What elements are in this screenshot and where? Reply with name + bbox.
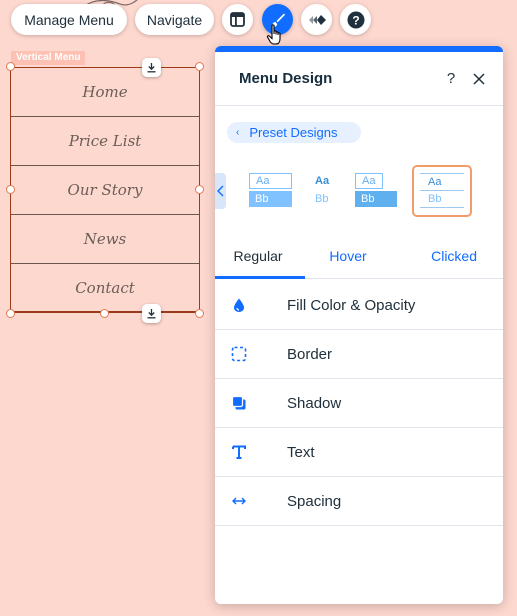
preset-sample-top: Aa: [249, 173, 292, 189]
option-spacing[interactable]: Spacing: [215, 477, 503, 526]
help-icon: ?: [347, 11, 364, 28]
preset-sample-bottom: Bb: [249, 191, 292, 207]
preset-design-3[interactable]: Aa Bb: [355, 173, 397, 207]
panel-title: Menu Design: [239, 70, 333, 87]
layout-button[interactable]: [222, 4, 253, 35]
tab-hover[interactable]: Hover: [305, 234, 391, 278]
menu-design-panel: Menu Design ? ‹ Preset Designs Aa Bb Aa …: [215, 46, 503, 604]
state-tabs: Regular Hover Clicked: [215, 234, 503, 279]
tab-label: Hover: [329, 248, 367, 264]
vertical-menu[interactable]: Home Price List Our Story News Contact: [10, 67, 200, 313]
tab-clicked[interactable]: Clicked: [391, 234, 503, 278]
element-name-tag: Vertical Menu: [11, 51, 86, 65]
panel-close-button[interactable]: [465, 65, 493, 93]
option-label: Fill Color & Opacity: [287, 296, 416, 314]
stretch-top-button[interactable]: [142, 58, 161, 77]
tab-label: Regular: [233, 248, 283, 264]
close-icon: [473, 72, 485, 85]
menu-item-price-list[interactable]: Price List: [11, 117, 199, 166]
download-arrow-icon: [147, 63, 156, 73]
question-icon: ?: [446, 70, 456, 87]
preset-design-2[interactable]: Aa Bb: [309, 173, 339, 207]
preset-sample-top: Aa: [420, 173, 464, 191]
option-border[interactable]: Border: [215, 330, 503, 379]
shadow-icon: [231, 395, 246, 410]
menu-item-contact[interactable]: Contact: [11, 264, 199, 313]
hand-cursor-icon: [266, 24, 281, 45]
option-label: Shadow: [287, 394, 342, 412]
element-name-label: Vertical Menu: [16, 52, 81, 63]
panel-help-button[interactable]: ?: [437, 65, 465, 93]
presets-prev-button[interactable]: [215, 173, 226, 209]
svg-text:?: ?: [352, 13, 359, 27]
navigate-button[interactable]: Navigate: [135, 4, 214, 35]
animation-button[interactable]: [301, 4, 332, 35]
preset-sample-bottom: Bb: [420, 191, 464, 208]
menu-item-label: Contact: [75, 278, 135, 297]
menu-item-home[interactable]: Home: [11, 68, 199, 117]
menu-item-label: News: [83, 230, 127, 248]
help-button[interactable]: ?: [340, 4, 371, 35]
resize-handle-bottom[interactable]: [100, 309, 109, 318]
resize-handle-bottom-right[interactable]: [195, 309, 204, 318]
preset-sample-top: Aa: [315, 175, 330, 187]
preset-sample-bottom: Bb: [355, 191, 397, 207]
preset-sample-bottom: Bb: [315, 193, 329, 205]
design-options-list: Fill Color & Opacity Border Shadow Text …: [215, 281, 503, 526]
resize-handle-top-left[interactable]: [6, 62, 15, 71]
option-shadow[interactable]: Shadow: [215, 379, 503, 428]
menu-item-news[interactable]: News: [11, 215, 199, 264]
spacing-icon: [232, 497, 246, 505]
menu-item-label: Price List: [68, 132, 142, 150]
preset-designs-row: Aa Bb Aa Bb Aa Bb Aa Bb: [215, 165, 503, 225]
dashed-square-icon: [231, 346, 247, 362]
animation-icon: [308, 14, 326, 25]
preset-designs-link[interactable]: ‹ Preset Designs: [227, 122, 361, 143]
stretch-bottom-button[interactable]: [142, 304, 161, 323]
download-arrow-icon: [147, 309, 156, 319]
panel-header: Menu Design ?: [215, 52, 503, 106]
resize-handle-right[interactable]: [195, 185, 204, 194]
preset-design-4-selected[interactable]: Aa Bb: [412, 165, 472, 217]
tab-regular[interactable]: Regular: [215, 234, 305, 279]
preset-sample-top: Aa: [355, 173, 383, 189]
option-text[interactable]: Text: [215, 428, 503, 477]
text-icon: [232, 445, 246, 459]
resize-handle-bottom-left[interactable]: [6, 309, 15, 318]
option-label: Spacing: [287, 492, 342, 510]
tab-label: Clicked: [431, 248, 477, 264]
option-fill-color-opacity[interactable]: Fill Color & Opacity: [215, 281, 503, 330]
chevron-left-icon: ‹: [236, 127, 240, 138]
menu-item-our-story[interactable]: Our Story: [11, 166, 199, 215]
preset-designs-label: Preset Designs: [249, 125, 338, 140]
manage-menu-label: Manage Menu: [24, 11, 114, 28]
option-label: Border: [287, 345, 333, 363]
resize-handle-top-right[interactable]: [195, 62, 204, 71]
layout-icon: [230, 12, 245, 27]
chevron-left-icon: [217, 185, 224, 197]
droplet-icon: [234, 298, 244, 312]
manage-menu-button[interactable]: Manage Menu: [11, 4, 127, 35]
navigate-label: Navigate: [146, 11, 203, 28]
option-label: Text: [287, 443, 315, 461]
menu-item-label: Home: [82, 83, 128, 101]
resize-handle-left[interactable]: [6, 185, 15, 194]
preset-design-1[interactable]: Aa Bb: [249, 173, 292, 207]
menu-item-label: Our Story: [67, 181, 143, 199]
